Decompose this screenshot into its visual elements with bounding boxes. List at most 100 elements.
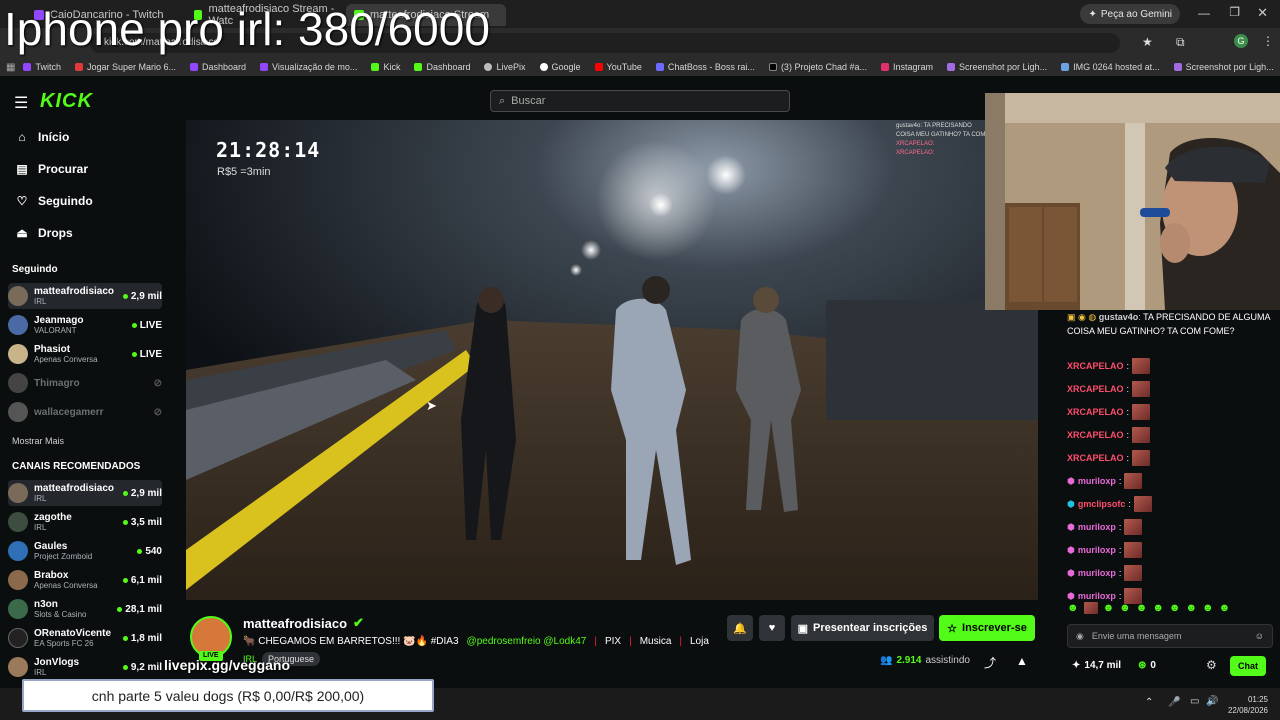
mouse-cursor-icon: ➤ bbox=[426, 398, 437, 413]
bookmark-item[interactable]: Jogar Super Mario 6... bbox=[74, 62, 176, 72]
chat-username[interactable]: muriloxp bbox=[1078, 589, 1116, 603]
recommended-channel[interactable]: Brabox Apenas Conversa 6,1 mil bbox=[8, 567, 162, 593]
notification-bell-button[interactable]: 🔔 bbox=[727, 615, 753, 641]
sidebar-channel-thimagro[interactable]: Thimagro ⊘ bbox=[8, 370, 162, 396]
star-icon[interactable]: ★ bbox=[1142, 35, 1153, 49]
kick-logo[interactable]: KICK bbox=[40, 90, 93, 113]
chat-username[interactable]: muriloxp bbox=[1078, 474, 1116, 488]
hamburger-menu-icon[interactable]: ☰ bbox=[14, 93, 28, 113]
bookmark-item[interactable]: Screenshot por Ligh... bbox=[1173, 62, 1274, 72]
channel-name[interactable]: matteafrodisiaco ✔ bbox=[243, 615, 364, 631]
menu-dots-icon[interactable]: ⋮ bbox=[1262, 34, 1274, 48]
sidebar-channel-wallacegamerr[interactable]: wallacegamerr ⊘ bbox=[8, 399, 162, 425]
chat-send-button[interactable]: Chat bbox=[1230, 656, 1266, 676]
webcam-overlay bbox=[985, 93, 1280, 310]
chat-username[interactable]: muriloxp bbox=[1078, 520, 1116, 534]
system-clock[interactable]: 01:25 22/08/2026 bbox=[1222, 694, 1268, 716]
recommended-channel[interactable]: JonVlogs IRL 9,2 mil bbox=[8, 654, 162, 680]
webcam-frame bbox=[985, 93, 1280, 310]
subscribe-button[interactable]: ☆ Inscrever-se bbox=[939, 615, 1035, 641]
image-host-icon bbox=[1061, 63, 1070, 71]
chat-message: ⬢ muriloxp: bbox=[1067, 542, 1277, 558]
avatar bbox=[8, 286, 28, 306]
bookmark-item[interactable]: Screenshot por Ligh... bbox=[947, 62, 1047, 72]
google-icon bbox=[539, 63, 548, 71]
lightshot-icon bbox=[947, 63, 956, 71]
sidebar-channel-phasiot[interactable]: Phasiot Apenas Conversa LIVE bbox=[8, 341, 162, 367]
chat-username[interactable]: XRCAPELAO bbox=[1067, 451, 1124, 465]
chat-username[interactable]: XRCAPELAO bbox=[1067, 382, 1124, 396]
gift-subs-button[interactable]: ▣ Presentear inscrições bbox=[791, 615, 934, 641]
extensions-icon[interactable]: ⧉ bbox=[1176, 35, 1185, 50]
nav-drops[interactable]: ⏏ Drops bbox=[16, 226, 72, 240]
bookmark-item[interactable]: Dashboard bbox=[414, 62, 470, 72]
follow-heart-button[interactable]: ♥ bbox=[759, 615, 785, 641]
nav-browse[interactable]: ▤ Procurar bbox=[16, 162, 88, 176]
emote-icon bbox=[1124, 473, 1143, 489]
apps-icon[interactable]: ▦ bbox=[6, 62, 15, 73]
overlay-title: Iphone pro irl: 380/6000 bbox=[4, 3, 490, 55]
chat-message-list: XRCAPELAO: XRCAPELAO: XRCAPELAO: XRCAPELAO:… bbox=[1067, 358, 1277, 611]
chat-message: ⬢ gmclipsofc: bbox=[1067, 496, 1277, 512]
sidebar-channel-matteafrodisiaco[interactable]: matteafrodisiaco IRL 2,9 mil bbox=[8, 283, 162, 309]
bookmark-item[interactable]: (3) Projeto Chad #a... bbox=[768, 62, 867, 72]
clip-icon[interactable]: ▲ bbox=[1016, 654, 1028, 668]
chat-username[interactable]: XRCAPELAO bbox=[1067, 405, 1124, 419]
sidebar-channel-jeanmago[interactable]: Jeanmago VALORANT LIVE bbox=[8, 312, 162, 338]
chat-username[interactable]: XRCAPELAO bbox=[1067, 359, 1124, 373]
coins[interactable]: ⊛ 0 bbox=[1138, 660, 1156, 671]
recommended-channel[interactable]: n3on Slots & Casino 28,1 mil bbox=[8, 596, 162, 622]
avatar bbox=[8, 541, 28, 561]
chevron-up-icon[interactable]: ⌃ bbox=[1145, 697, 1153, 708]
stream-title: 🐂 CHEGAMOS EM BARRETOS!!! 🐷🔥 #DIA3 @pedr… bbox=[243, 636, 709, 647]
badge-icon: ⬢ bbox=[1067, 545, 1075, 555]
bookmark-item[interactable]: Kick bbox=[371, 62, 400, 72]
mic-icon[interactable]: 🎤 bbox=[1168, 697, 1180, 708]
heart-icon: ♥ bbox=[768, 622, 776, 634]
search-input[interactable]: ⌕ Buscar bbox=[490, 90, 790, 112]
chat-message: XRCAPELAO: bbox=[1067, 381, 1277, 397]
points-icon: ✦ bbox=[1072, 660, 1081, 671]
bookmark-item[interactable]: Instagram bbox=[880, 62, 933, 72]
recommended-channel[interactable]: matteafrodisiaco IRL 2,9 mil bbox=[8, 480, 162, 506]
chat-settings-icon[interactable]: ⚙ bbox=[1206, 658, 1217, 672]
minimize-icon[interactable]: — bbox=[1198, 6, 1210, 20]
share-icon[interactable]: ⤴ bbox=[984, 654, 996, 671]
recommended-channel[interactable]: ORenatoVicente EA Sports FC 26 1,8 mil bbox=[8, 625, 162, 651]
maximize-icon[interactable]: ❐ bbox=[1229, 5, 1240, 19]
viewers-icon: 👥 bbox=[880, 655, 893, 666]
bookmark-item[interactable]: Twitch bbox=[23, 62, 61, 72]
badge-icon: ⬢ bbox=[1067, 568, 1075, 578]
avatar bbox=[8, 657, 28, 677]
emoji-icon[interactable]: ☺ bbox=[1255, 631, 1264, 641]
emote-bar[interactable]: ☻ ☻ ☻ ☻ ☻ ☻ ☻ ☻ ☻ bbox=[1067, 602, 1277, 614]
bookmark-item[interactable]: Dashboard bbox=[190, 62, 246, 72]
chat-username[interactable]: muriloxp bbox=[1078, 543, 1116, 557]
monitor-icon[interactable]: ▭ bbox=[1190, 696, 1199, 707]
close-icon[interactable]: ✕ bbox=[1257, 5, 1268, 21]
bookmark-item[interactable]: LivePix bbox=[484, 62, 526, 72]
video-player[interactable]: gustav4o: TA PRECISANDO COISA MEU GATINHO… bbox=[186, 120, 1038, 600]
chat-username[interactable]: muriloxp bbox=[1078, 566, 1116, 580]
gift-icon: ▣ bbox=[797, 622, 809, 635]
chat-username[interactable]: gmclipsofc bbox=[1078, 497, 1126, 511]
bookmark-item[interactable]: ChatBoss - Boss rai... bbox=[655, 62, 755, 72]
bookmark-item[interactable]: YouTube bbox=[594, 62, 642, 72]
bookmark-item[interactable]: Visualização de mo... bbox=[260, 62, 357, 72]
profile-avatar[interactable]: G bbox=[1234, 34, 1248, 48]
channel-points[interactable]: ✦ 14,7 mil bbox=[1072, 660, 1121, 671]
show-more-link[interactable]: Mostrar Mais bbox=[12, 436, 64, 446]
recommended-channel[interactable]: Gaules Project Zomboid 540 bbox=[8, 538, 162, 564]
heart-icon: ♡ bbox=[16, 194, 28, 208]
bookmark-item[interactable]: IMG 0264 hosted at... bbox=[1061, 62, 1160, 72]
nav-following[interactable]: ♡ Seguindo bbox=[16, 194, 93, 208]
gemini-button[interactable]: ✦ Peça ao Gemini bbox=[1080, 4, 1180, 24]
bookmark-item[interactable]: Google bbox=[539, 62, 581, 72]
chat-username[interactable]: XRCAPELAO bbox=[1067, 428, 1124, 442]
chat-message: ⬢ muriloxp: bbox=[1067, 519, 1277, 535]
chat-input[interactable]: ◉ Envie uma mensagem ☺ bbox=[1067, 624, 1273, 648]
volume-icon[interactable]: 🔊 bbox=[1206, 696, 1218, 707]
emote-icon bbox=[1132, 404, 1151, 420]
nav-home[interactable]: ⌂ Início bbox=[16, 130, 69, 144]
recommended-channel[interactable]: zagothe IRL 3,5 mil bbox=[8, 509, 162, 535]
